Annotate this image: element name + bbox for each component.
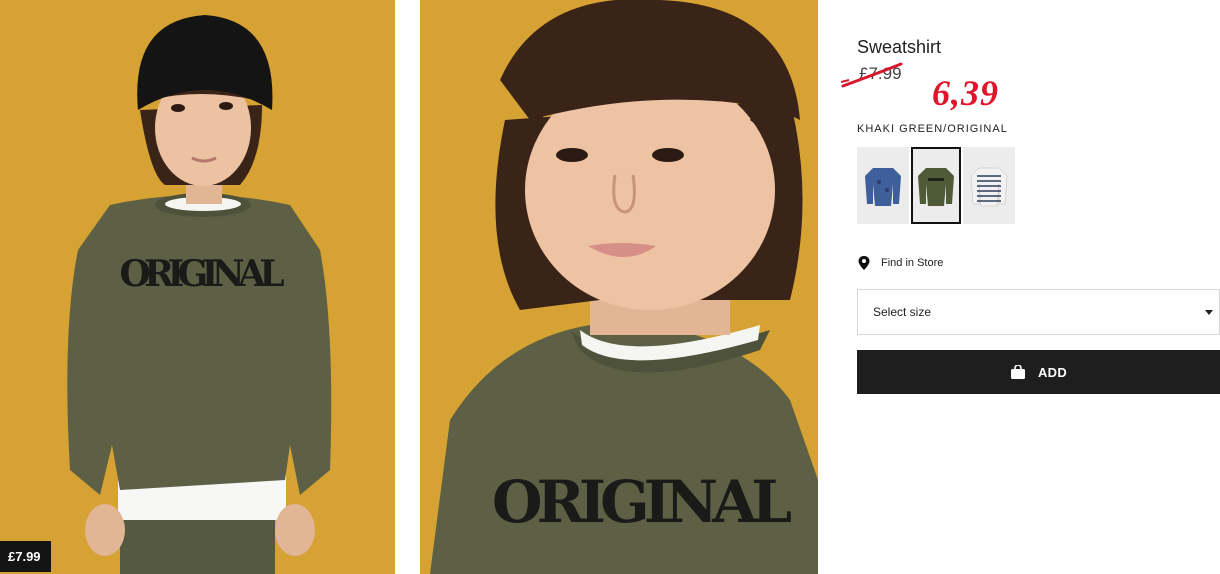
price-tag-badge: £7.99 xyxy=(0,541,51,572)
product-photo-full[interactable]: ORIGINAL £7.99 xyxy=(0,0,395,574)
product-title: Sweatshirt xyxy=(857,37,942,57)
product-photo-closeup[interactable]: ORIGINAL xyxy=(420,0,818,574)
swatch-khaki-green[interactable] xyxy=(911,147,961,224)
find-in-store-label: Find in Store xyxy=(881,257,944,269)
print-text-right: ORIGINAL xyxy=(492,468,792,536)
old-price: £7.99 xyxy=(859,64,902,83)
size-select-label: Select size xyxy=(873,305,932,319)
swatch-blue[interactable] xyxy=(857,147,909,224)
child-closeup-illustration: ORIGINAL xyxy=(420,0,818,574)
swatch-striped[interactable] xyxy=(963,147,1015,224)
caret-down-icon xyxy=(1205,309,1213,315)
color-name-label: KHAKI GREEN/ORIGINAL xyxy=(857,123,1008,135)
shopping-bag-icon xyxy=(1010,365,1025,379)
add-button-label: ADD xyxy=(1037,364,1068,380)
color-swatches xyxy=(857,147,1015,224)
find-in-store-link[interactable]: Find in Store xyxy=(857,255,943,271)
size-select[interactable]: Select size xyxy=(857,289,1220,335)
add-to-bag-button[interactable]: ADD xyxy=(857,350,1220,394)
striped-sweatshirt-thumbnail xyxy=(970,167,1008,206)
blue-sweatshirt-thumbnail xyxy=(865,167,901,206)
child-full-body-illustration: ORIGINAL xyxy=(0,0,395,574)
sale-price: 6,39 xyxy=(932,73,999,113)
product-details-panel: Sweatshirt £7.99 6,39 KHAKI GREEN/ORIGIN… xyxy=(841,0,1220,574)
khaki-sweatshirt-thumbnail xyxy=(918,167,954,206)
map-pin-icon xyxy=(858,256,870,270)
print-text-left: ORIGINAL xyxy=(120,253,285,295)
